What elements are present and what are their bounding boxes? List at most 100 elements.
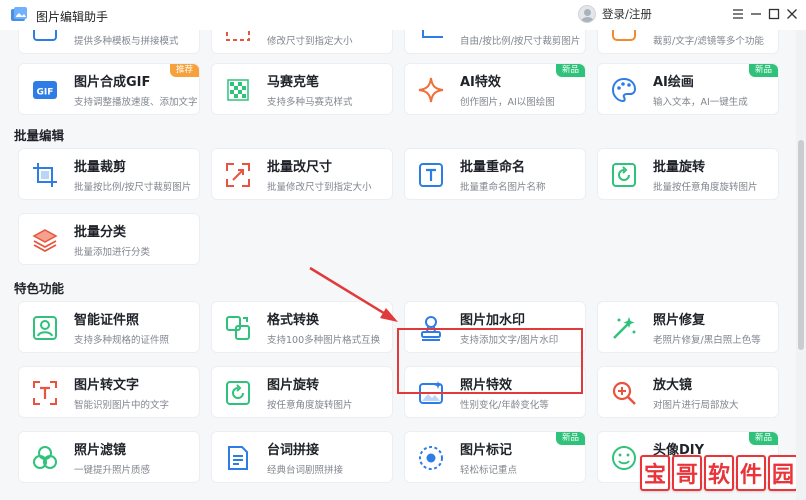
watermark-char: 宝 bbox=[640, 455, 670, 491]
login-button[interactable]: 登录/注册 bbox=[578, 5, 652, 23]
card-title: AI特效 bbox=[460, 75, 501, 90]
card-title: 图片加水印 bbox=[460, 313, 526, 328]
card-desc: 创作图片，AI以图绘图 bbox=[460, 97, 555, 108]
card-desc: 轻松标记重点 bbox=[460, 465, 518, 476]
resize-icon bbox=[226, 163, 250, 187]
feature-card-subtitle-stitch[interactable]: 台词拼接 经典台词剧照拼接 bbox=[211, 431, 393, 483]
convert-icon bbox=[226, 316, 250, 340]
svg-text:GIF: GIF bbox=[37, 88, 54, 98]
top-card-4[interactable]: 裁剪/文字/滤镜等多个功能 bbox=[597, 30, 779, 54]
feature-card-batch-crop[interactable]: 批量裁剪 批量按比例/按尺寸裁剪图片 bbox=[18, 148, 200, 200]
card-desc: 批量修改尺寸到指定大小 bbox=[267, 182, 372, 193]
new-badge: 新品 bbox=[748, 64, 778, 77]
card-desc: 支持多种规格的证件照 bbox=[74, 335, 170, 346]
watermark-char: 哥 bbox=[672, 455, 702, 491]
main-content: 提供多种模板与拼接模式 修改尺寸到指定大小 自由/按比例/按尺寸裁剪图片 裁剪/… bbox=[0, 30, 796, 500]
card-desc: 裁剪/文字/滤镜等多个功能 bbox=[653, 36, 764, 47]
card-desc: 批量按任意角度旋转图片 bbox=[653, 182, 758, 193]
filter-icon bbox=[33, 446, 57, 469]
gif-icon: GIF bbox=[33, 81, 57, 99]
card-title: 批量重命名 bbox=[460, 160, 526, 175]
card-desc: 支持100多种图片格式互换 bbox=[267, 335, 381, 346]
card-desc: 批量按比例/按尺寸裁剪图片 bbox=[74, 182, 192, 193]
feature-card-magnifier[interactable]: 放大镜 对图片进行局部放大 bbox=[597, 366, 779, 418]
feature-card-photo-filter[interactable]: 照片滤镜 一键提升照片质感 bbox=[18, 431, 200, 483]
card-desc: 智能识别图片中的文字 bbox=[74, 400, 170, 411]
card-desc: 批量重命名图片名称 bbox=[460, 182, 546, 193]
watermark-char: 软 bbox=[704, 455, 734, 491]
card-desc: 老照片修复/黑白照上色等 bbox=[653, 335, 761, 346]
card-title: 批量改尺寸 bbox=[267, 160, 333, 175]
new-badge: 新品 bbox=[555, 432, 585, 445]
card-desc: 经典台词剧照拼接 bbox=[267, 465, 344, 476]
feature-card-image-to-text[interactable]: 图片转文字 智能识别图片中的文字 bbox=[18, 366, 200, 418]
scroll-thumb[interactable] bbox=[798, 140, 804, 350]
magnifier-icon bbox=[612, 381, 636, 405]
subtitle-icon bbox=[228, 446, 248, 470]
feature-card-batch-rename[interactable]: 批量重命名 批量重命名图片名称 bbox=[404, 148, 586, 200]
card-title: 照片滤镜 bbox=[74, 443, 127, 458]
feature-card-ai-paint[interactable]: AI绘画 输入文本，AI一键生成 新品 bbox=[597, 63, 779, 115]
feature-card-batch-rotate[interactable]: 批量旋转 批量按任意角度旋转图片 bbox=[597, 148, 779, 200]
card-desc: 修改尺寸到指定大小 bbox=[267, 36, 353, 47]
card-title: 台词拼接 bbox=[267, 443, 320, 458]
card-title: AI绘画 bbox=[653, 75, 694, 90]
card-desc: 支持调整播放速度、添加文字 bbox=[74, 97, 198, 108]
card-desc: 提供多种模板与拼接模式 bbox=[74, 36, 179, 47]
card-title: 图片合成GIF bbox=[74, 75, 151, 90]
top-card-1[interactable]: 提供多种模板与拼接模式 bbox=[18, 30, 200, 54]
watermark-char: 件 bbox=[736, 455, 766, 491]
card-title: 批量分类 bbox=[74, 225, 127, 240]
top-card-2[interactable]: 修改尺寸到指定大小 bbox=[211, 30, 393, 54]
app-title: 图片编辑助手 bbox=[36, 10, 109, 24]
feature-card-batch-classify[interactable]: 批量分类 批量添加进行分类 bbox=[18, 213, 200, 265]
feature-card-mosaic[interactable]: 马赛克笔 支持多种马赛克样式 bbox=[211, 63, 393, 115]
card-title: 批量旋转 bbox=[653, 160, 706, 175]
maximize-icon[interactable] bbox=[766, 6, 782, 22]
menu-icon[interactable] bbox=[730, 6, 746, 22]
top-card-3[interactable]: 自由/按比例/按尺寸裁剪图片 bbox=[404, 30, 586, 54]
highlight-box bbox=[397, 328, 583, 394]
scrollbar[interactable] bbox=[796, 30, 806, 500]
card-title: 智能证件照 bbox=[74, 313, 140, 328]
feature-card-ai-effect[interactable]: AI特效 创作图片，AI以图绘图 新品 bbox=[404, 63, 586, 115]
section-title-special: 特色功能 bbox=[14, 281, 65, 296]
feature-card-photo-repair[interactable]: 照片修复 老照片修复/黑白照上色等 bbox=[597, 301, 779, 353]
card-title: 图片转文字 bbox=[74, 378, 140, 393]
crop-icon bbox=[33, 163, 57, 187]
card-desc: 支持多种马赛克样式 bbox=[267, 97, 353, 108]
face-icon bbox=[612, 446, 636, 470]
mosaic-icon bbox=[227, 79, 249, 101]
recommend-badge: 推荐 bbox=[169, 64, 199, 77]
card-desc: 批量添加进行分类 bbox=[74, 247, 151, 258]
card-desc: 一键提升照片质感 bbox=[74, 465, 151, 476]
card-title: 图片标记 bbox=[460, 443, 513, 458]
card-desc: 对图片进行局部放大 bbox=[653, 400, 739, 411]
card-title: 马赛克笔 bbox=[267, 75, 320, 90]
feature-card-image-mark[interactable]: 图片标记 轻松标记重点 新品 bbox=[404, 431, 586, 483]
card-title: 照片修复 bbox=[653, 313, 706, 328]
card-desc: 输入文本，AI一键生成 bbox=[653, 97, 748, 108]
title-bar: 图片编辑助手 登录/注册 bbox=[0, 0, 806, 30]
feature-card-batch-resize[interactable]: 批量改尺寸 批量修改尺寸到指定大小 bbox=[211, 148, 393, 200]
minimize-icon[interactable] bbox=[748, 6, 764, 22]
feature-card-image-rotate[interactable]: 图片旋转 按任意角度旋转图片 bbox=[211, 366, 393, 418]
palette-icon bbox=[611, 77, 637, 103]
card-desc: 按任意角度旋转图片 bbox=[267, 400, 353, 411]
feature-card-gif[interactable]: GIF 图片合成GIF 支持调整播放速度、添加文字 推荐 bbox=[18, 63, 200, 115]
layers-icon bbox=[32, 229, 58, 253]
section-title-batch: 批量编辑 bbox=[14, 128, 65, 143]
close-icon[interactable] bbox=[784, 6, 800, 22]
mark-icon bbox=[419, 446, 443, 470]
watermark-char: 园 bbox=[768, 455, 796, 491]
id-photo-icon bbox=[33, 316, 57, 340]
ocr-icon bbox=[33, 381, 57, 405]
feature-card-id-photo[interactable]: 智能证件照 支持多种规格的证件照 bbox=[18, 301, 200, 353]
card-title: 批量裁剪 bbox=[74, 160, 127, 175]
card-desc: 性别变化/年龄变化等 bbox=[460, 400, 549, 411]
card-title: 放大镜 bbox=[653, 378, 693, 393]
collage-icon bbox=[33, 30, 57, 41]
arrow-annotation bbox=[309, 266, 398, 322]
edit-icon bbox=[612, 30, 636, 41]
new-badge: 新品 bbox=[555, 64, 585, 77]
